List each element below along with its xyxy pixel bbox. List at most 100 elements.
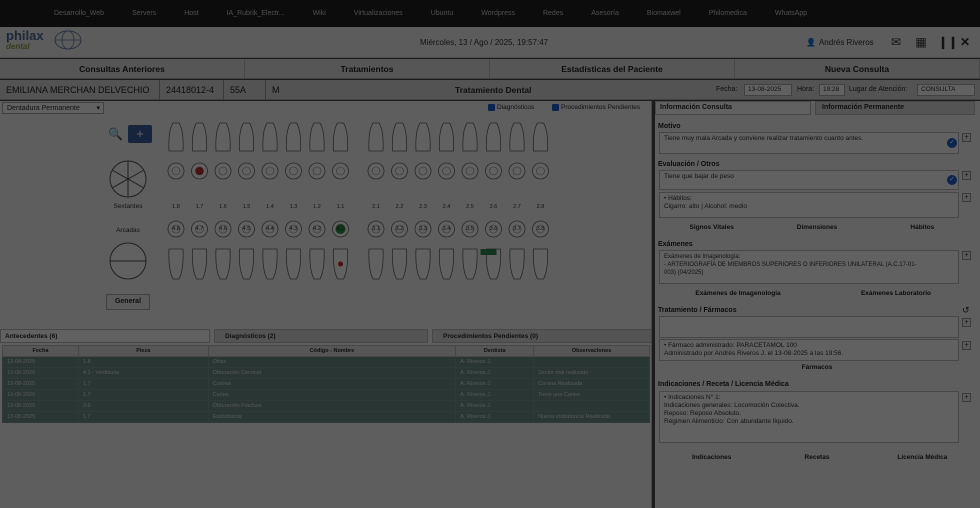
- upper-tooth[interactable]: [368, 122, 384, 152]
- upper-tooth[interactable]: [462, 122, 478, 152]
- upper-tooth-center[interactable]: [289, 166, 298, 176]
- upper-tooth-center[interactable]: [512, 166, 522, 176]
- bookmark-item[interactable]: Desarrollo_Web: [40, 10, 118, 17]
- confirm-icon[interactable]: ✓: [947, 138, 957, 148]
- upper-tooth-center[interactable]: [465, 166, 475, 176]
- expand-icon[interactable]: +: [962, 133, 971, 142]
- upper-tooth-center[interactable]: [218, 166, 228, 176]
- tab-diagnosticos[interactable]: Diagnósticos (2): [214, 329, 428, 343]
- caries-mark[interactable]: [195, 167, 204, 175]
- mail-icon[interactable]: ✉: [888, 36, 904, 48]
- lower-tooth[interactable]: [532, 248, 549, 280]
- upper-tooth-center[interactable]: [395, 166, 404, 176]
- tab-licencia[interactable]: Licencia Médica: [870, 454, 975, 461]
- upper-tooth[interactable]: [485, 122, 502, 152]
- lower-tooth[interactable]: [168, 248, 184, 280]
- table-row[interactable]: 13-08-2025 1.7 Caries A. Riveros J. Tiene un…: [2, 389, 650, 401]
- arcadas-diagram[interactable]: [108, 241, 148, 281]
- upper-tooth[interactable]: [168, 122, 184, 152]
- upper-tooth[interactable]: [191, 122, 208, 152]
- bookmark-item[interactable]: WhatsApp: [761, 10, 821, 17]
- tab-nueva-consulta[interactable]: Nueva Consulta: [735, 59, 980, 78]
- lower-tooth[interactable]: [238, 248, 255, 280]
- crown-mark[interactable]: [480, 249, 497, 255]
- tab-antecedentes[interactable]: Antecedentes (6): [0, 329, 210, 343]
- tab-habitos[interactable]: Hábitos: [870, 224, 975, 231]
- bookmark-item[interactable]: Philomedica: [695, 10, 761, 17]
- tab-imagenologia[interactable]: Exámenes de Imagenología: [659, 290, 817, 297]
- upper-tooth-center[interactable]: [312, 166, 322, 176]
- upper-tooth-center[interactable]: [336, 166, 345, 176]
- expand-icon[interactable]: +: [962, 341, 971, 350]
- bookmark-item[interactable]: Ubuntu: [417, 10, 468, 17]
- upper-tooth[interactable]: [332, 122, 349, 152]
- tab-indicaciones[interactable]: Indicaciones: [659, 454, 764, 461]
- expand-icon[interactable]: +: [962, 171, 971, 180]
- bookmark-item[interactable]: Asesoría: [577, 10, 633, 17]
- tab-estadisticas[interactable]: Estadísticas del Paciente: [490, 59, 735, 78]
- fecha-input[interactable]: 13-08-2025: [744, 84, 792, 96]
- upper-tooth-center[interactable]: [242, 166, 251, 176]
- upper-tooth[interactable]: [309, 122, 325, 152]
- tab-dimensiones[interactable]: Dimensiones: [764, 224, 869, 231]
- lower-tooth[interactable]: [391, 248, 408, 280]
- bookmark-item[interactable]: Wiki: [299, 10, 340, 17]
- motivo-field[interactable]: Tiene muy mala Arcada y conviene realiza…: [659, 132, 959, 154]
- upper-tooth-center[interactable]: [418, 166, 428, 176]
- lower-tooth[interactable]: [415, 248, 431, 280]
- upper-tooth[interactable]: [391, 122, 408, 152]
- upper-tooth-center[interactable]: [265, 166, 275, 176]
- tab-informacion-permanente[interactable]: Información Permanente: [815, 101, 975, 115]
- tab-signos-vitales[interactable]: Signos Vitales: [659, 224, 764, 231]
- search-icon[interactable]: 🔍: [108, 127, 124, 143]
- tab-procedimientos[interactable]: Procedimientos Pendientes (0): [432, 329, 652, 343]
- lower-tooth[interactable]: [438, 248, 455, 280]
- upper-tooth[interactable]: [509, 122, 525, 152]
- close-icon[interactable]: ✕: [958, 36, 972, 48]
- upper-tooth-center[interactable]: [371, 166, 381, 176]
- bookmark-item[interactable]: Redes: [529, 10, 577, 17]
- table-row[interactable]: 13-08-2025 1.8 Otras A. Riveros J.: [2, 356, 650, 368]
- confirm-icon[interactable]: ✓: [947, 175, 957, 185]
- cervical-mark[interactable]: [338, 261, 343, 267]
- sextantes-diagram[interactable]: [108, 159, 148, 199]
- evaluacion-field[interactable]: Tiene que bajar de peso: [659, 170, 959, 190]
- upper-tooth[interactable]: [238, 122, 255, 152]
- bookmark-item[interactable]: Host: [170, 10, 212, 17]
- upper-tooth[interactable]: [438, 122, 455, 152]
- bookmark-item[interactable]: Biomaxwel: [633, 10, 695, 17]
- expand-icon[interactable]: +: [962, 193, 971, 202]
- id-card-icon[interactable]: ▦: [913, 36, 929, 48]
- lower-tooth[interactable]: [285, 248, 302, 280]
- lower-tooth[interactable]: [215, 248, 231, 280]
- tab-farmacos[interactable]: Fármacos: [659, 364, 975, 371]
- upper-tooth[interactable]: [415, 122, 431, 152]
- lower-tooth[interactable]: [309, 248, 325, 280]
- upper-tooth-center[interactable]: [442, 166, 451, 176]
- upper-tooth[interactable]: [532, 122, 549, 152]
- tab-consultas-anteriores[interactable]: Consultas Anteriores: [0, 59, 245, 78]
- tratamiento-field[interactable]: [659, 316, 959, 338]
- dentition-select[interactable]: Dentadura Permanente ▾: [2, 102, 104, 114]
- bookmark-item[interactable]: Wordpress: [467, 10, 529, 17]
- expand-icon[interactable]: +: [962, 393, 971, 402]
- upper-tooth[interactable]: [285, 122, 302, 152]
- lower-tooth[interactable]: [191, 248, 208, 280]
- table-row[interactable]: 13-08-2025 1.7 Corona A. Riveros J. Corona R…: [2, 378, 650, 390]
- upper-tooth-center[interactable]: [489, 166, 498, 176]
- tab-tratamientos[interactable]: Tratamientos: [245, 59, 490, 78]
- table-row[interactable]: 13-08-2025 3.6 Obturación Fractura A. River…: [2, 400, 650, 412]
- upper-tooth-center[interactable]: [536, 166, 545, 176]
- general-button[interactable]: General: [106, 294, 150, 310]
- upper-tooth[interactable]: [262, 122, 278, 152]
- pause-icon[interactable]: ❙❙: [938, 36, 958, 48]
- diagnosticos-checkbox[interactable]: Diagnósticos: [488, 104, 534, 111]
- upper-tooth[interactable]: [215, 122, 231, 152]
- bookmark-item[interactable]: Servers: [118, 10, 170, 17]
- lower-tooth[interactable]: [262, 248, 278, 280]
- tab-recetas[interactable]: Recetas: [764, 454, 869, 461]
- lugar-select[interactable]: CONSULTA: [917, 84, 975, 96]
- lower-tooth[interactable]: [462, 248, 478, 280]
- expand-icon[interactable]: +: [962, 251, 971, 260]
- lower-tooth[interactable]: [509, 248, 525, 280]
